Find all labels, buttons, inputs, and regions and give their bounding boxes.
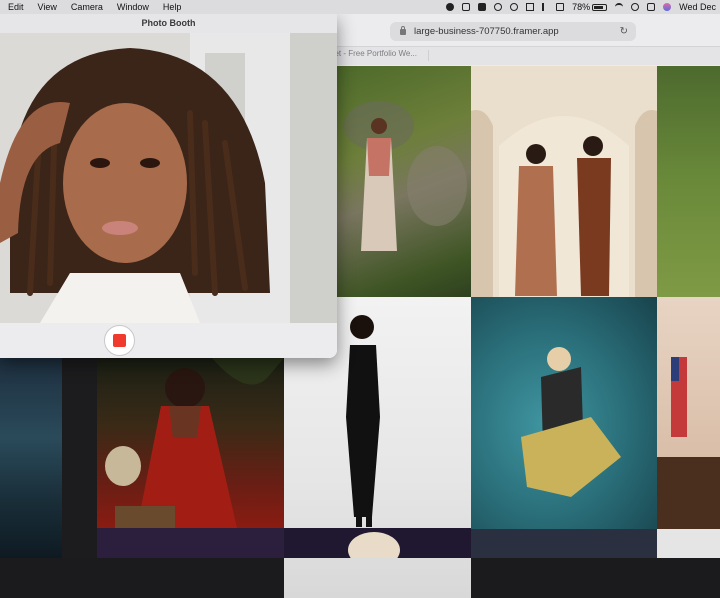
photo-bottom-4[interactable]: [657, 529, 720, 558]
bluetooth-icon[interactable]: [542, 3, 548, 11]
sync-icon[interactable]: [494, 3, 503, 11]
photo-bottom-3[interactable]: [471, 529, 657, 558]
photo-park[interactable]: [657, 66, 720, 297]
photo-teal-pose[interactable]: [471, 297, 657, 529]
menu-edit[interactable]: Edit: [0, 0, 31, 14]
play-icon[interactable]: [510, 3, 519, 11]
wifi-icon[interactable]: [615, 3, 624, 11]
menu-view[interactable]: View: [31, 0, 64, 14]
photo-coast[interactable]: [0, 358, 62, 558]
camera-preview-person: [0, 33, 337, 323]
siri-icon[interactable]: [663, 3, 672, 11]
photo-booth-title[interactable]: Photo Booth: [0, 14, 337, 34]
battery-icon: [592, 3, 608, 11]
photo-booth-window[interactable]: Photo Booth: [0, 14, 337, 358]
photo-red-dress[interactable]: [97, 358, 284, 528]
menu-window[interactable]: Window: [110, 0, 156, 14]
menu-camera[interactable]: Camera: [64, 0, 110, 14]
battery-percent: 78%: [572, 2, 591, 12]
app-menu: Edit View Camera Window Help: [0, 0, 188, 14]
photo-teal-pose-figure: [521, 347, 621, 497]
drive-icon[interactable]: [462, 3, 471, 11]
photo-bottom-2-detail: [348, 532, 400, 558]
address-bar[interactable]: large-business-707750.framer.app ↻: [390, 22, 636, 41]
record-button[interactable]: [104, 325, 135, 356]
display-icon[interactable]: [526, 3, 535, 11]
app-status-icon[interactable]: [478, 3, 487, 11]
camera-preview: [0, 33, 337, 323]
lock-icon: [400, 25, 406, 35]
photo-couple-arch-figures: [471, 66, 657, 297]
status-area: 78% Wed Dec: [446, 0, 716, 14]
photo-office-flag[interactable]: [657, 297, 720, 529]
url-text: large-business-707750.framer.app: [414, 26, 559, 37]
audio-icon[interactable]: [556, 3, 565, 11]
reload-icon[interactable]: ↻: [620, 26, 628, 37]
photo-garden-dress[interactable]: [337, 66, 471, 297]
menu-help[interactable]: Help: [156, 0, 189, 14]
record-status-icon[interactable]: [446, 3, 455, 11]
photo-booth-controls: [0, 323, 337, 358]
photo-red-dress-figure: [105, 358, 284, 528]
photo-couple-arch[interactable]: [471, 66, 657, 297]
photo-garden-dress-figure: [344, 101, 467, 251]
tab-divider: [428, 50, 429, 61]
menu-bar: Edit View Camera Window Help 78% Wed Dec: [0, 0, 720, 14]
clock[interactable]: Wed Dec: [679, 2, 716, 12]
photo-office-flag-detail: [657, 357, 720, 529]
battery-status[interactable]: 78%: [572, 2, 608, 12]
search-icon[interactable]: [631, 3, 640, 11]
photo-bottom-1[interactable]: [97, 528, 284, 558]
stop-icon: [113, 334, 126, 347]
control-center-icon[interactable]: [647, 3, 656, 11]
tab-title[interactable]: het - Free Portfolio We...: [330, 49, 417, 58]
photo-bottom-2[interactable]: [284, 528, 471, 558]
